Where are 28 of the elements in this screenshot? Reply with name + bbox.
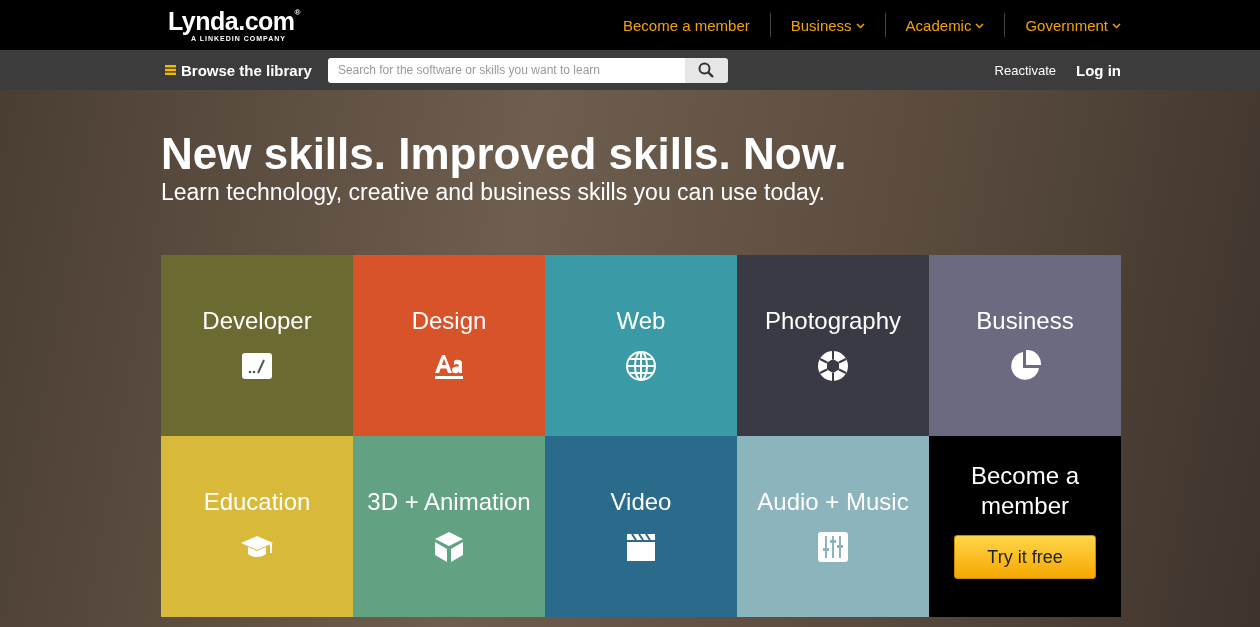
search-button[interactable] bbox=[684, 57, 728, 83]
category-tile[interactable]: Video bbox=[545, 436, 737, 617]
toolbar-link[interactable]: Reactivate bbox=[994, 62, 1056, 78]
caret-icon bbox=[1112, 22, 1121, 29]
nav-link[interactable]: Become a member bbox=[603, 16, 770, 34]
category-tile[interactable]: Business bbox=[929, 255, 1121, 436]
menu-icon bbox=[165, 65, 176, 75]
cube-icon bbox=[432, 530, 466, 564]
pie-chart-icon bbox=[1008, 349, 1042, 383]
nav-link[interactable]: Business bbox=[770, 16, 885, 34]
nav-link[interactable]: Government bbox=[1005, 16, 1121, 34]
aperture-icon bbox=[816, 349, 850, 383]
member-title: Become a member bbox=[969, 461, 1081, 521]
search-field[interactable]: Search for the software or skills you want to learn bbox=[327, 57, 685, 83]
caret-icon bbox=[975, 22, 985, 29]
globe-icon bbox=[624, 349, 658, 383]
hero-subtitle: Learn technology, creative and business skills you can use today. bbox=[161, 178, 825, 206]
try-free-button[interactable]: Try it free bbox=[954, 535, 1096, 579]
toolbar-link[interactable]: Log in bbox=[1076, 61, 1121, 79]
hero-title: New skills. Improved skills. Now. bbox=[161, 130, 847, 178]
category-tile[interactable]: Design bbox=[353, 255, 545, 436]
nav-link[interactable]: Academic bbox=[885, 16, 1005, 34]
category-tile[interactable]: Photography bbox=[737, 255, 929, 436]
category-tile[interactable]: Developer bbox=[161, 255, 353, 436]
search-icon bbox=[698, 62, 715, 78]
browse-library-link[interactable]: Browse the library bbox=[165, 61, 312, 79]
sliders-icon bbox=[816, 530, 850, 564]
caret-icon bbox=[855, 22, 865, 29]
